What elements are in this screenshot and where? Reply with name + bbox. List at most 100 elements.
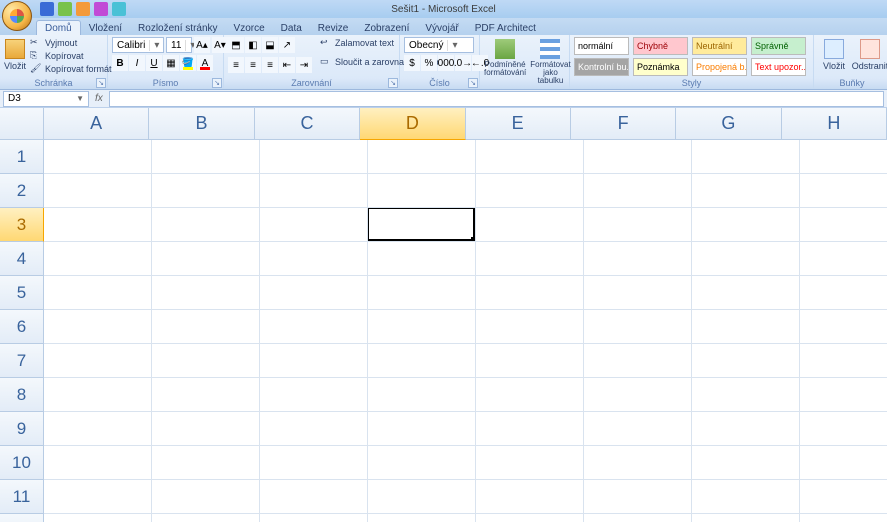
style-cell[interactable]: Chybně xyxy=(633,37,688,55)
worksheet[interactable]: ABCDEFGH 123456789101112 xyxy=(0,108,887,522)
select-all-corner[interactable] xyxy=(0,108,44,140)
dialog-launcher-icon[interactable]: ↘ xyxy=(468,78,478,88)
style-cell[interactable]: Kontrolní bu... xyxy=(574,58,629,76)
row-header[interactable]: 1 xyxy=(0,140,44,174)
paste-button[interactable]: Vložit xyxy=(4,37,26,71)
cell-grid[interactable] xyxy=(44,140,887,522)
dialog-launcher-icon[interactable]: ↘ xyxy=(212,78,222,88)
column-header[interactable]: C xyxy=(255,108,360,140)
chevron-down-icon: ▾ xyxy=(447,40,459,51)
column-header[interactable]: B xyxy=(149,108,254,140)
align-top-button[interactable]: ⬒ xyxy=(228,37,244,53)
row-header[interactable]: 4 xyxy=(0,242,44,276)
title-bar: Sešit1 - Microsoft Excel xyxy=(0,0,887,18)
number-format-combo[interactable]: Obecný▾ xyxy=(404,37,474,53)
border-button[interactable]: ▦ xyxy=(163,55,179,71)
percent-button[interactable]: % xyxy=(421,55,437,71)
font-color-button[interactable]: A xyxy=(197,55,213,71)
style-cell[interactable]: Správně xyxy=(751,37,806,55)
font-name-combo[interactable]: Calibri▾ xyxy=(112,37,164,53)
row-header[interactable]: 9 xyxy=(0,412,44,446)
column-header[interactable]: A xyxy=(44,108,149,140)
style-cell[interactable]: Text upozor... xyxy=(751,58,806,76)
tab-zobrazení[interactable]: Zobrazení xyxy=(356,21,417,35)
format-painter-button[interactable]: 🖌Kopírovat formát xyxy=(30,63,112,75)
indent-dec-button[interactable]: ⇤ xyxy=(279,57,295,73)
group-align: ⬒ ◧ ⬓ ↗ ≡ ≡ ≡ ⇤ ⇥ ↩Zalamovat text ▭Slouč… xyxy=(224,35,400,89)
styles-gallery[interactable]: normálníChybněNeutrálníSprávně Kontrolní … xyxy=(574,37,809,78)
paste-icon xyxy=(5,39,25,59)
copy-button[interactable]: ⎘Kopírovat xyxy=(30,50,112,62)
delete-cells-button[interactable]: Odstranit xyxy=(854,37,886,71)
align-middle-button[interactable]: ◧ xyxy=(245,37,261,53)
orientation-button[interactable]: ↗ xyxy=(279,37,295,53)
style-cell[interactable]: Poznámka xyxy=(633,58,688,76)
undo-icon[interactable] xyxy=(58,2,72,16)
row-header[interactable]: 2 xyxy=(0,174,44,208)
dialog-launcher-icon[interactable]: ↘ xyxy=(96,78,106,88)
align-bottom-button[interactable]: ⬓ xyxy=(262,37,278,53)
underline-button[interactable]: U xyxy=(146,55,162,71)
tab-vývojář[interactable]: Vývojář xyxy=(417,21,466,35)
column-header[interactable]: E xyxy=(466,108,571,140)
style-cell[interactable]: Propojená b... xyxy=(692,58,747,76)
cut-button[interactable]: ✂Vyjmout xyxy=(30,37,112,49)
redo-icon[interactable] xyxy=(76,2,90,16)
qat-icon[interactable] xyxy=(112,2,126,16)
column-header[interactable]: H xyxy=(782,108,887,140)
row-header[interactable]: 6 xyxy=(0,310,44,344)
row-header[interactable]: 7 xyxy=(0,344,44,378)
delete-icon xyxy=(860,39,880,59)
align-center-button[interactable]: ≡ xyxy=(245,57,261,73)
column-header[interactable]: G xyxy=(676,108,781,140)
bold-button[interactable]: B xyxy=(112,55,128,71)
tab-vzorce[interactable]: Vzorce xyxy=(226,21,273,35)
italic-button[interactable]: I xyxy=(129,55,145,71)
table-icon xyxy=(540,39,560,59)
tab-revize[interactable]: Revize xyxy=(310,21,357,35)
indent-inc-button[interactable]: ⇥ xyxy=(296,57,312,73)
align-right-button[interactable]: ≡ xyxy=(262,57,278,73)
style-cell[interactable]: normální xyxy=(574,37,629,55)
grow-font-button[interactable]: A▴ xyxy=(194,37,210,53)
formula-input[interactable] xyxy=(109,91,884,107)
tab-rozložení-stránky[interactable]: Rozložení stránky xyxy=(130,21,225,35)
row-header[interactable]: 12 xyxy=(0,514,44,522)
group-label: Styly xyxy=(570,78,813,88)
tab-data[interactable]: Data xyxy=(273,21,310,35)
dialog-launcher-icon[interactable]: ↘ xyxy=(388,78,398,88)
office-button[interactable] xyxy=(2,1,32,31)
font-size-combo[interactable]: 11▾ xyxy=(166,37,192,53)
paste-label: Vložit xyxy=(4,61,26,71)
scissors-icon: ✂ xyxy=(30,37,42,49)
row-header[interactable]: 3 xyxy=(0,208,44,242)
insert-cells-button[interactable]: Vložit xyxy=(818,37,850,71)
name-box-value: D3 xyxy=(8,93,21,104)
column-header[interactable]: D xyxy=(360,108,465,140)
group-label: Písmo xyxy=(108,78,223,88)
conditional-format-button[interactable]: Podmíněné formátování xyxy=(484,37,526,77)
fx-icon[interactable]: fx xyxy=(95,93,103,104)
wrap-icon: ↩ xyxy=(320,37,332,49)
save-icon[interactable] xyxy=(40,2,54,16)
row-header[interactable]: 10 xyxy=(0,446,44,480)
row-header[interactable]: 8 xyxy=(0,378,44,412)
group-label: Buňky xyxy=(814,78,887,88)
style-cell[interactable]: Neutrální xyxy=(692,37,747,55)
align-left-button[interactable]: ≡ xyxy=(228,57,244,73)
inc-decimals-button[interactable]: .0→ xyxy=(455,55,471,71)
tab-domů[interactable]: Domů xyxy=(36,20,81,35)
comma-button[interactable]: 000 xyxy=(438,55,454,71)
row-header[interactable]: 11 xyxy=(0,480,44,514)
row-header[interactable]: 5 xyxy=(0,276,44,310)
column-header[interactable]: F xyxy=(571,108,676,140)
chevron-down-icon: ▼ xyxy=(76,94,84,103)
column-headers: ABCDEFGH xyxy=(44,108,887,140)
tab-vložení[interactable]: Vložení xyxy=(81,21,130,35)
qat-icon[interactable] xyxy=(94,2,108,16)
format-as-table-button[interactable]: Formátovat jako tabulku xyxy=(530,37,570,85)
currency-button[interactable]: $ xyxy=(404,55,420,71)
tab-pdf-architect[interactable]: PDF Architect xyxy=(467,21,544,35)
name-box[interactable]: D3 ▼ xyxy=(3,91,89,107)
fill-color-button[interactable]: 🪣 xyxy=(180,55,196,71)
